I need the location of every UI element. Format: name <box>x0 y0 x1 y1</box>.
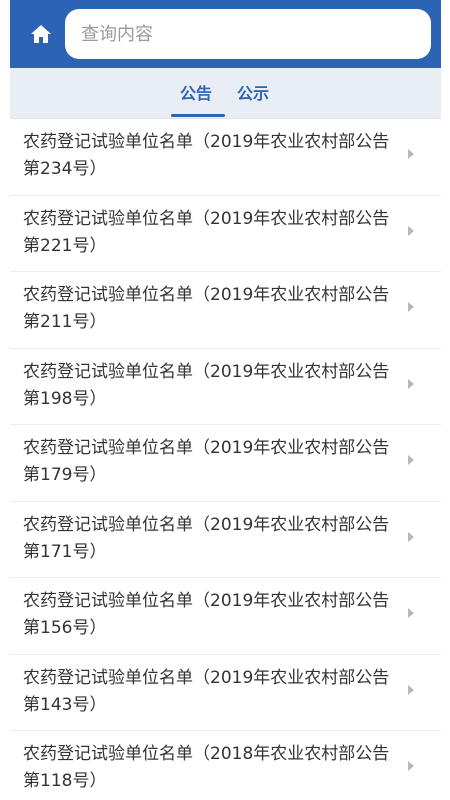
tab-announcement[interactable]: 公告 <box>180 80 212 104</box>
tab-bar: 公告 公示 <box>10 68 441 119</box>
chevron-right-icon <box>408 531 414 542</box>
chevron-right-icon <box>408 455 414 465</box>
chevron-right-icon <box>408 302 414 312</box>
chevron-right-icon <box>408 684 414 695</box>
active-tab-indicator <box>171 114 225 117</box>
announcement-list: 农药登记试验单位名单（2019年农业农村部公告第234号） 农药登记试验单位名单… <box>10 119 441 800</box>
tab-publicity[interactable]: 公示 <box>237 80 269 104</box>
search-input[interactable] <box>79 22 431 46</box>
chevron-right-icon <box>408 761 414 771</box>
list-item[interactable]: 农药登记试验单位名单（2019年农业农村部公告第221号） <box>10 195 441 272</box>
list-item-title: 农药登记试验单位名单（2019年农业农村部公告第234号） <box>23 132 390 179</box>
list-item[interactable]: 农药登记试验单位名单（2019年农业农村部公告第234号） <box>10 119 441 196</box>
list-item-title: 农药登记试验单位名单（2019年农业农村部公告第211号） <box>23 285 390 332</box>
list-item[interactable]: 农药登记试验单位名单（2019年农业农村部公告第179号） <box>10 425 441 502</box>
home-icon[interactable] <box>30 23 52 45</box>
chevron-right-icon <box>408 378 414 389</box>
list-item-title: 农药登记试验单位名单（2018年农业农村部公告第118号） <box>23 744 390 791</box>
list-item-title: 农药登记试验单位名单（2019年农业农村部公告第198号） <box>23 361 390 409</box>
top-bar <box>10 0 441 68</box>
list-item-title: 农药登记试验单位名单（2019年农业农村部公告第143号） <box>23 667 390 715</box>
list-item[interactable]: 农药登记试验单位名单（2019年农业农村部公告第211号） <box>10 272 441 349</box>
list-item[interactable]: 农药登记试验单位名单（2018年农业农村部公告第118号） <box>10 731 441 800</box>
list-item-title: 农药登记试验单位名单（2019年农业农村部公告第221号） <box>23 208 390 256</box>
list-item-title: 农药登记试验单位名单（2019年农业农村部公告第179号） <box>23 438 390 485</box>
list-item-title: 农药登记试验单位名单（2019年农业农村部公告第171号） <box>23 514 390 562</box>
list-item-title: 农药登记试验单位名单（2019年农业农村部公告第156号） <box>23 591 390 638</box>
chevron-right-icon <box>408 608 414 618</box>
list-item[interactable]: 农药登记试验单位名单（2019年农业农村部公告第198号） <box>10 348 441 425</box>
list-item[interactable]: 农药登记试验单位名单（2019年农业农村部公告第156号） <box>10 578 441 655</box>
chevron-right-icon <box>408 225 414 236</box>
list-item[interactable]: 农药登记试验单位名单（2019年农业农村部公告第143号） <box>10 654 441 731</box>
list-item[interactable]: 农药登记试验单位名单（2019年农业农村部公告第171号） <box>10 501 441 578</box>
chevron-right-icon <box>408 149 414 159</box>
app-screen: 公告 公示 农药登记试验单位名单（2019年农业农村部公告第234号） 农药登记… <box>10 0 441 800</box>
search-box[interactable] <box>65 9 431 59</box>
